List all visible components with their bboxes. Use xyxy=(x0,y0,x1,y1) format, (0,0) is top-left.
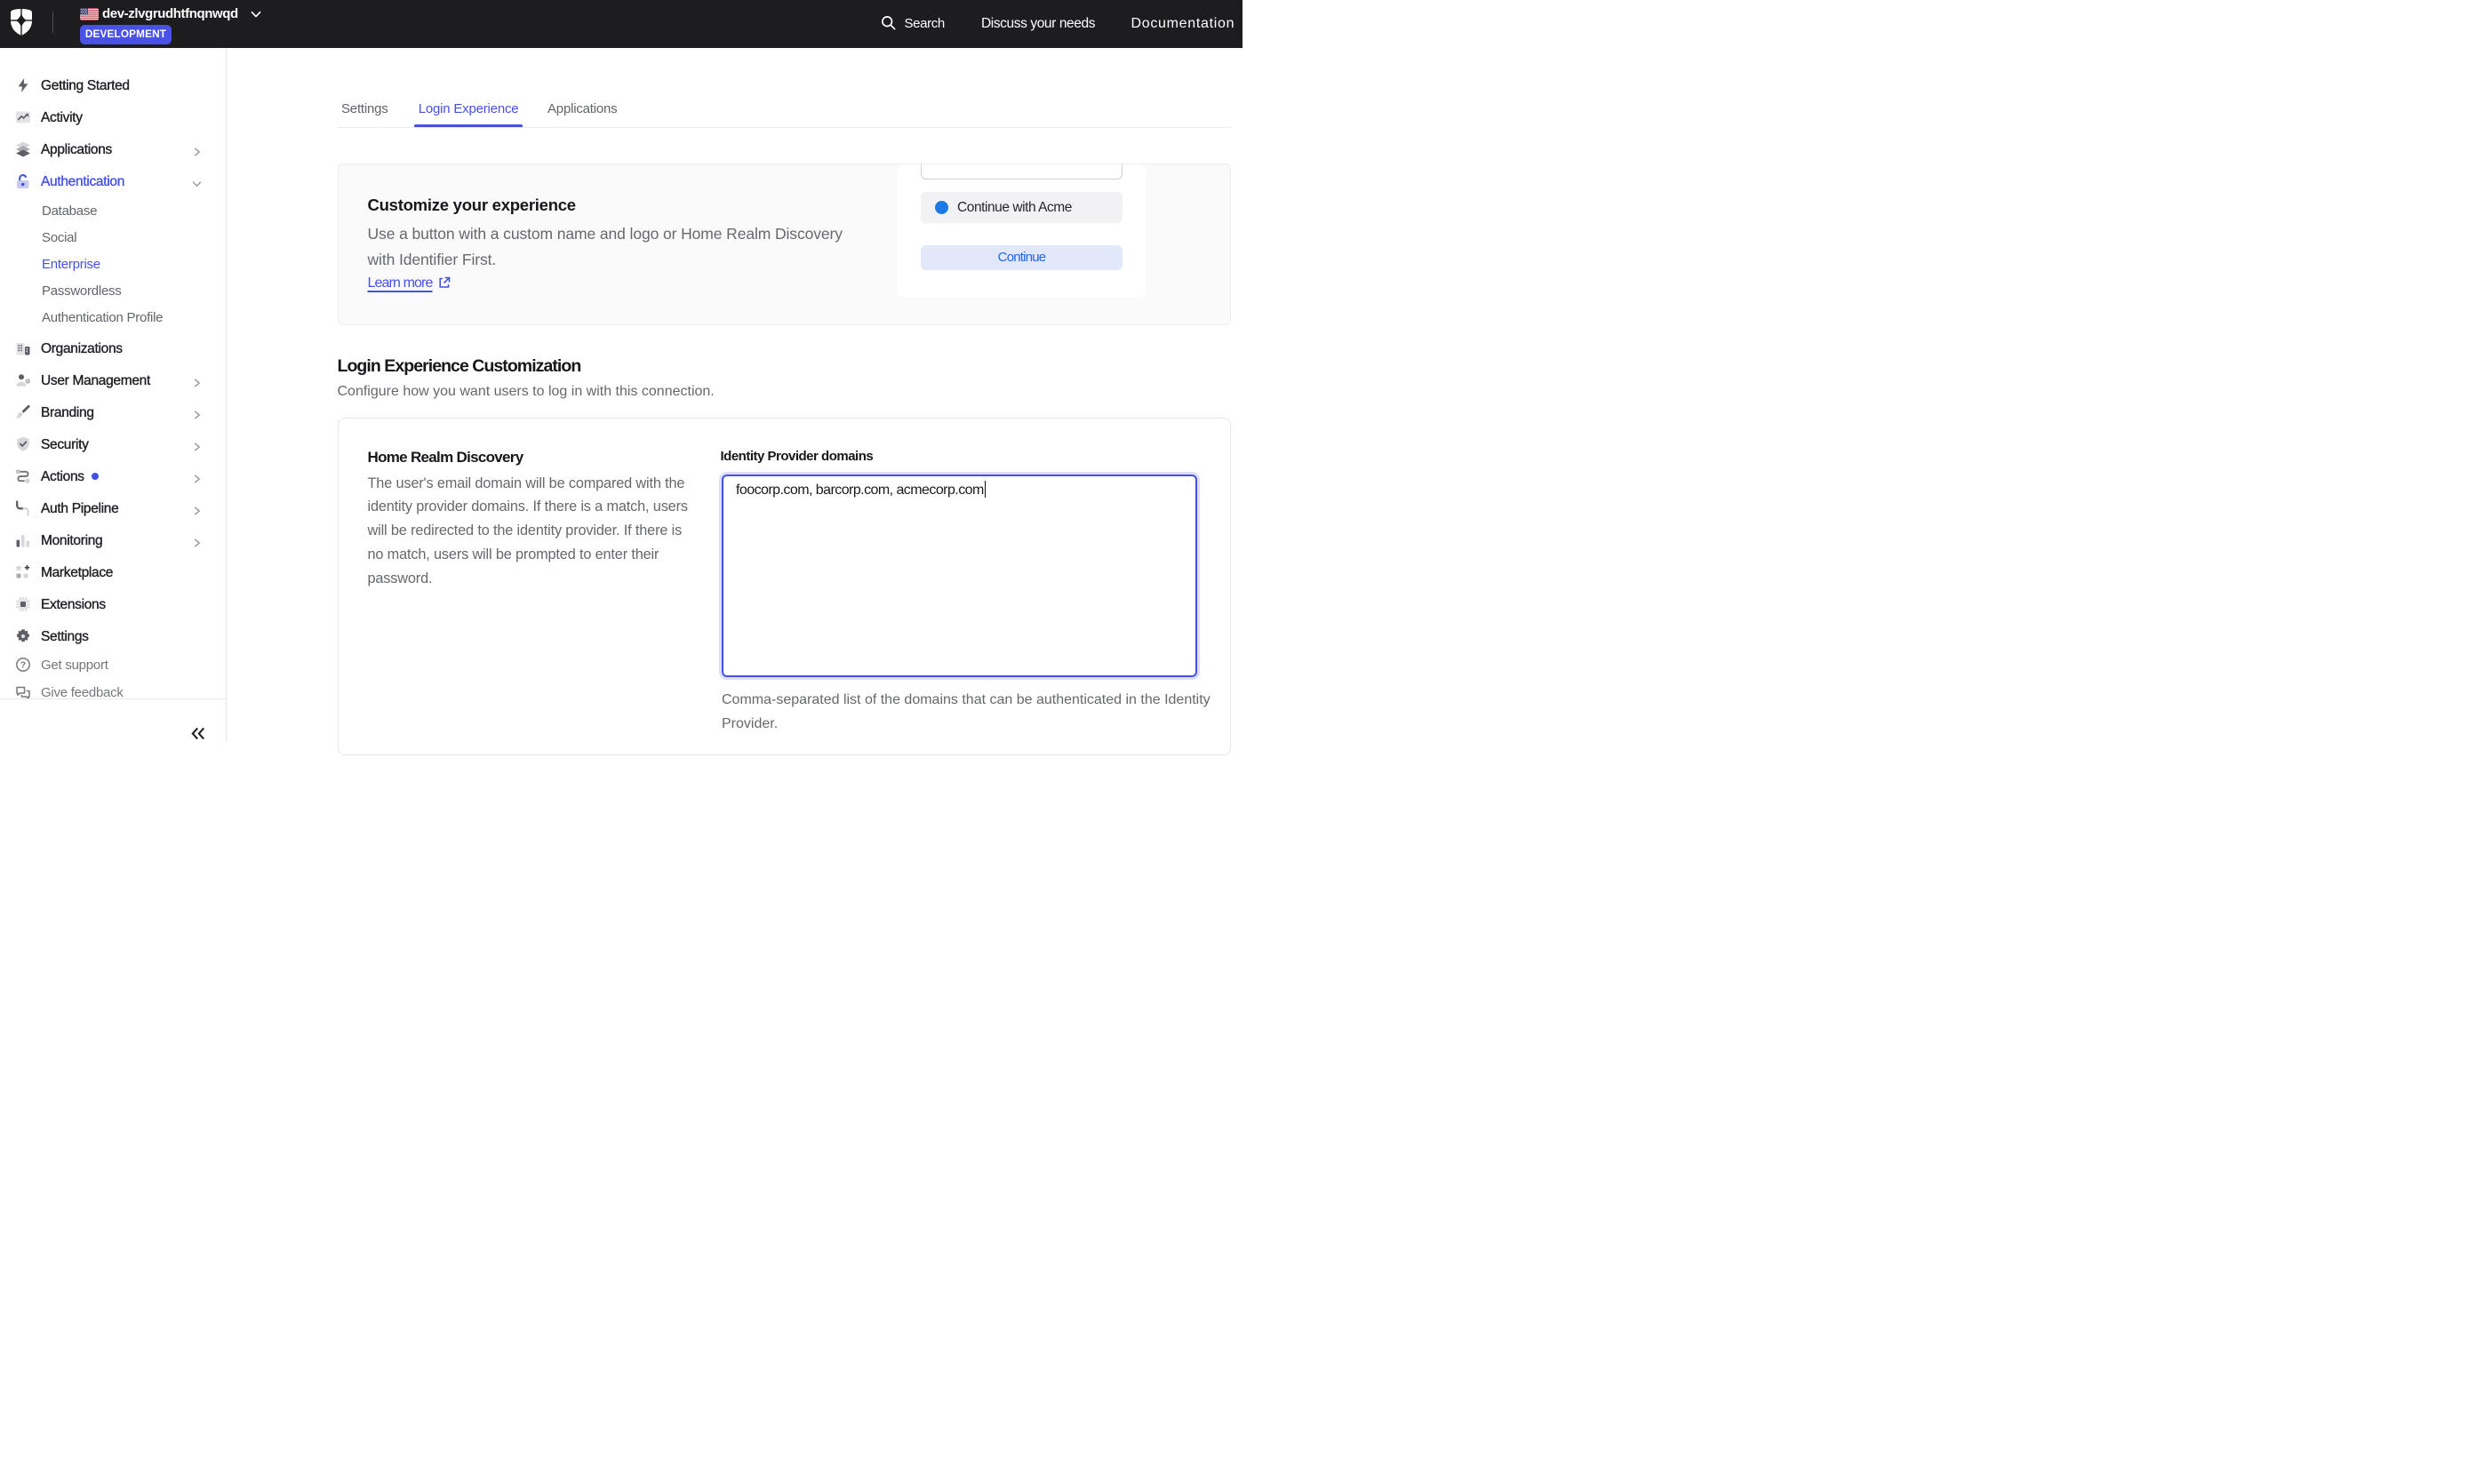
svg-text:?: ? xyxy=(20,660,26,671)
